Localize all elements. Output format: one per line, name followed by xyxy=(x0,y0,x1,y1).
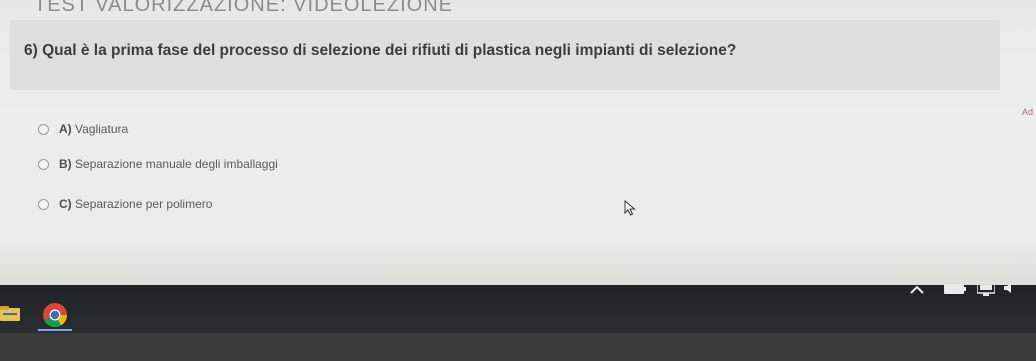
monitor-bezel xyxy=(0,333,1036,361)
chevron-up-icon[interactable] xyxy=(910,286,924,294)
option-b-text: Separazione manuale degli imballaggi xyxy=(75,157,278,171)
option-a[interactable]: A) Vagliatura xyxy=(38,122,128,136)
option-a-text: Vagliatura xyxy=(75,122,129,136)
taskbar-clock-date[interactable]: 17/02 xyxy=(1010,272,1035,283)
screen-shadow xyxy=(0,240,1036,290)
radio-option-a[interactable] xyxy=(38,123,49,135)
chrome-active-indicator xyxy=(38,329,72,331)
radio-option-b[interactable] xyxy=(38,158,49,170)
page-title: TEST VALORIZZAZIONE: VIDEOLEZIONE xyxy=(34,0,453,16)
network-icon[interactable] xyxy=(977,282,995,296)
radio-option-c[interactable] xyxy=(38,198,49,210)
mouse-cursor-icon xyxy=(624,200,636,216)
option-c-letter: C) xyxy=(59,197,72,211)
option-b[interactable]: B) Separazione manuale degli imballaggi xyxy=(38,157,278,171)
battery-icon[interactable] xyxy=(944,284,966,294)
chrome-icon[interactable] xyxy=(42,302,68,328)
edge-mark: Ad xyxy=(1022,107,1034,117)
option-b-label: B) Separazione manuale degli imballaggi xyxy=(59,157,278,171)
file-explorer-icon[interactable] xyxy=(0,305,20,321)
option-c-label: C) Separazione per polimero xyxy=(59,197,212,211)
option-b-letter: B) xyxy=(59,157,72,171)
option-a-label: A) Vagliatura xyxy=(59,122,128,136)
option-c-text: Separazione per polimero xyxy=(75,197,213,211)
taskbar xyxy=(0,285,1036,333)
option-c[interactable]: C) Separazione per polimero xyxy=(38,197,212,211)
volume-icon[interactable] xyxy=(1003,282,1015,294)
option-a-letter: A) xyxy=(59,122,72,136)
browser-viewport: TEST VALORIZZAZIONE: VIDEOLEZIONE 6) Qua… xyxy=(0,0,1036,300)
question-text: 6) Qual è la prima fase del processo di … xyxy=(24,42,737,59)
taskbar-clock-time[interactable]: 09 xyxy=(1016,256,1027,267)
